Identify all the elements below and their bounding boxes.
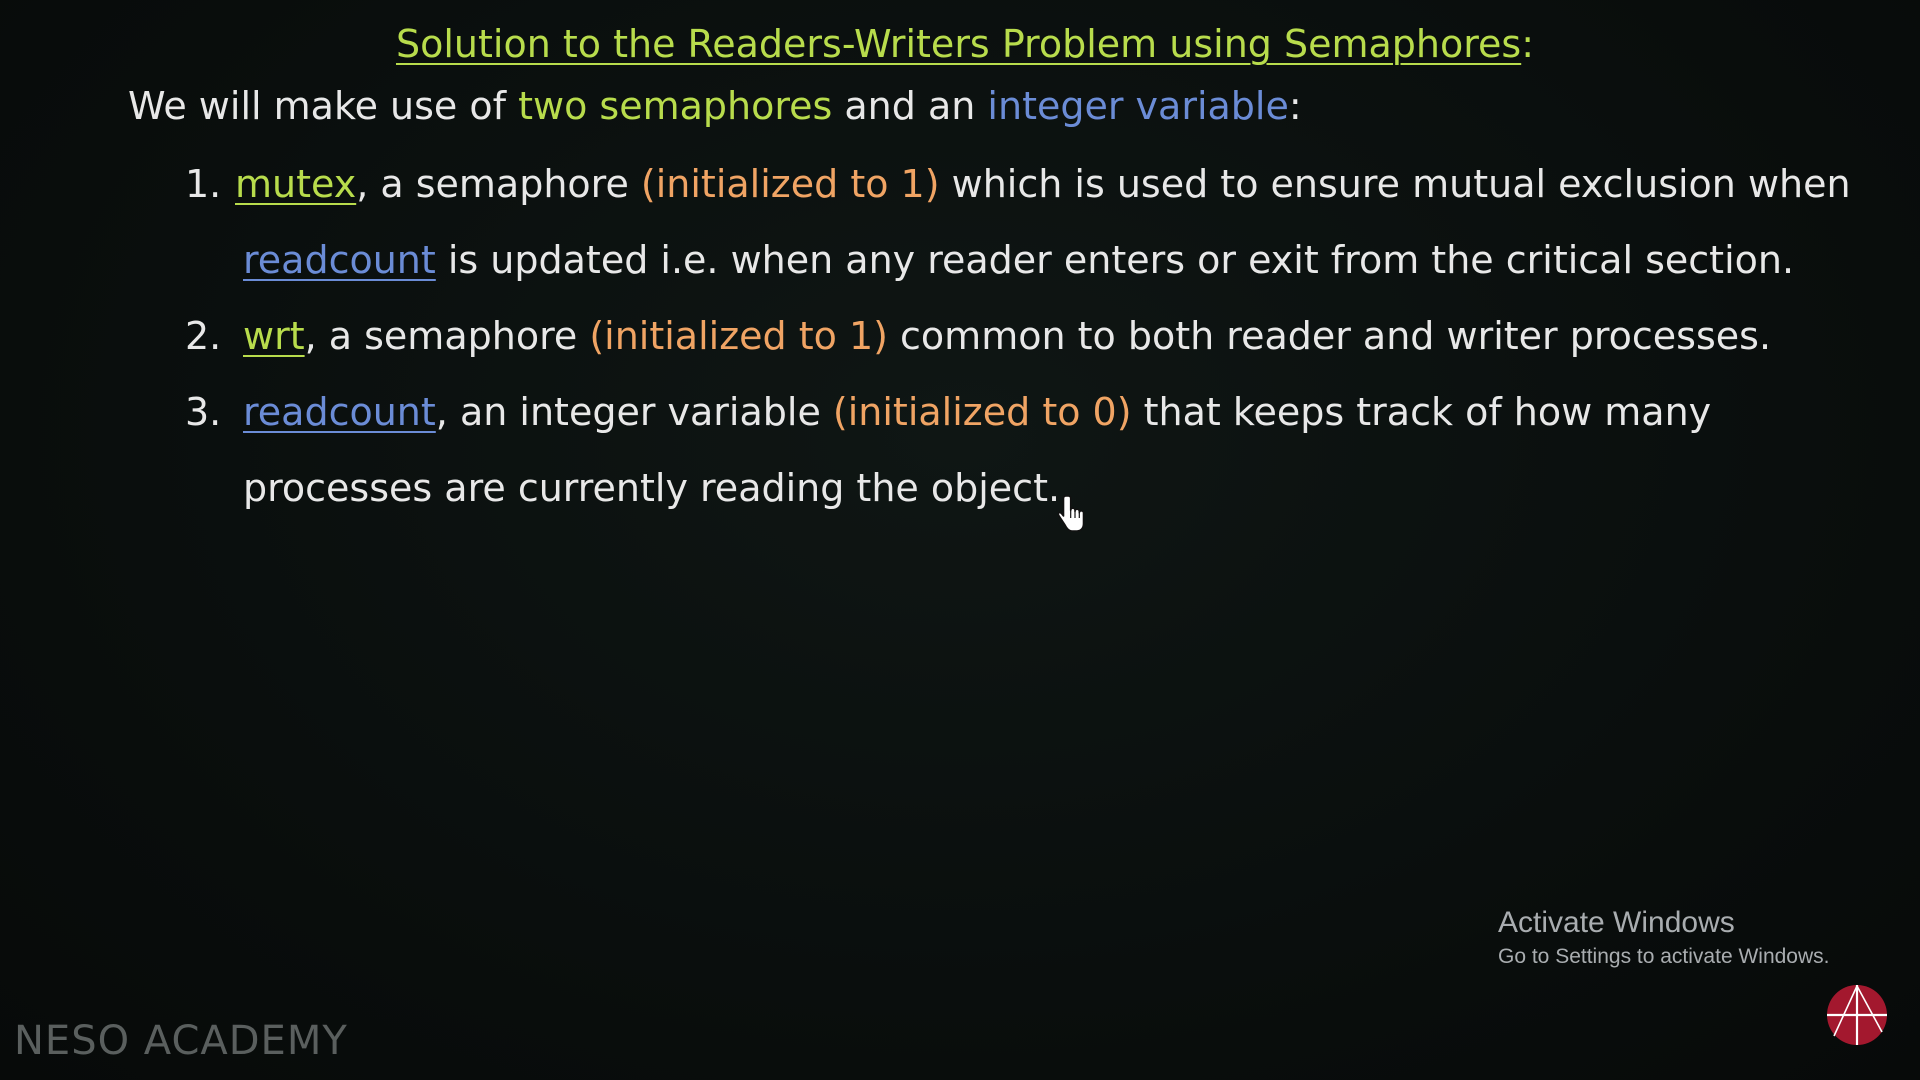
item-1-number: 1. xyxy=(185,162,222,206)
item-3-init: (initialized to 0) xyxy=(832,390,1132,434)
intro-sentence: We will make use of two semaphores and a… xyxy=(128,84,1302,128)
item-2-after-term: , a semaphore xyxy=(304,314,590,358)
intro-part-3: : xyxy=(1288,84,1302,128)
item-1-rest: which is used to ensure mutual exclusion… xyxy=(939,162,1851,206)
watermark-subtitle: Go to Settings to activate Windows. xyxy=(1498,945,1830,968)
intro-highlight-semaphores: two semaphores xyxy=(518,84,833,128)
item-1-line-2-rest: is updated i.e. when any reader enters o… xyxy=(435,238,1795,282)
item-1-line-2: readcount is updated i.e. when any reade… xyxy=(243,238,1794,282)
slide-title: Solution to the Readers-Writers Problem … xyxy=(0,22,1920,66)
item-3-line-2: processes are currently reading the obje… xyxy=(243,466,1060,510)
intro-part-2: and an xyxy=(832,84,988,128)
item-1-term-readcount: readcount xyxy=(243,238,436,282)
item-2-rest: common to both reader and writer process… xyxy=(887,314,1772,358)
neso-logo-icon xyxy=(1827,985,1887,1045)
item-2-line-1: wrt, a semaphore (initialized to 1) comm… xyxy=(243,314,1771,358)
item-3-rest: that keeps track of how many xyxy=(1131,390,1712,434)
item-1-term-mutex: mutex xyxy=(235,162,357,206)
brand-label: NESO ACADEMY xyxy=(14,1018,348,1064)
intro-part-1: We will make use of xyxy=(128,84,519,128)
slide-background: Solution to the Readers-Writers Problem … xyxy=(0,0,1920,1080)
item-1-init: (initialized to 1) xyxy=(640,162,940,206)
item-3-line-2-rest: processes are currently reading the obje… xyxy=(243,466,1061,510)
item-3-line-1: readcount, an integer variable (initiali… xyxy=(243,390,1711,434)
watermark-title: Activate Windows xyxy=(1498,906,1735,939)
item-3-number: 3. xyxy=(185,390,222,434)
item-2-init: (initialized to 1) xyxy=(589,314,888,358)
hand-pointer-icon xyxy=(1058,495,1085,532)
item-2-term-wrt: wrt xyxy=(243,314,305,358)
slide-title-colon: : xyxy=(1521,22,1535,66)
item-3-term-readcount: readcount xyxy=(243,390,436,434)
item-1-after-term: , a semaphore xyxy=(356,162,641,206)
item-3-after-term: , an integer variable xyxy=(435,390,833,434)
activate-windows-watermark: Activate Windows Go to Settings to activ… xyxy=(1498,904,1830,972)
item-1-line-1: mutex, a semaphore (initialized to 1) wh… xyxy=(235,162,1851,206)
item-2-number: 2. xyxy=(185,314,222,358)
intro-highlight-integer: integer variable xyxy=(987,84,1289,128)
slide-title-text: Solution to the Readers-Writers Problem … xyxy=(395,22,1522,66)
